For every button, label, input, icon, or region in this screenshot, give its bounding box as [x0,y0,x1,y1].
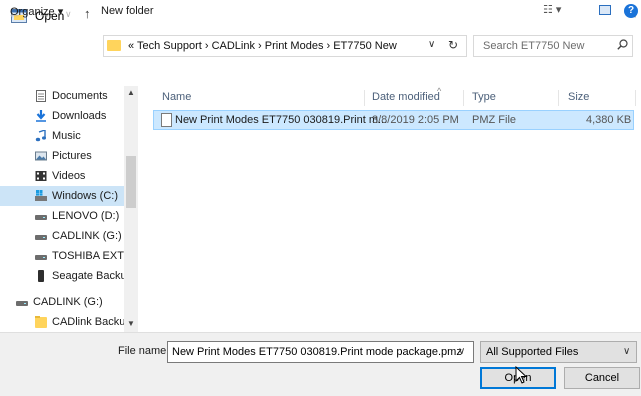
file-size: 4,380 KB [586,114,632,126]
column-header-date[interactable]: Date modified [372,91,440,103]
nav-item-label: Pictures [52,150,92,162]
nav-item-cadlink-g[interactable]: CADLINK (G:) [0,226,124,246]
file-name-value: New Print Modes ET7750 030819.Print mode… [172,346,462,358]
navigation-pane: Documents Downloads Music Pictures Video… [0,86,138,332]
drive-icon [35,235,47,240]
nav-scrollbar-thumb[interactable] [126,156,136,208]
nav-item-label: Seagate Backup [52,270,133,282]
nav-item-videos[interactable]: Videos [0,166,124,186]
file-name-label: File name: [118,345,170,357]
external-drive-icon [38,270,44,282]
help-icon[interactable]: ? [624,4,638,18]
music-icon [35,130,46,142]
documents-icon [36,90,46,102]
drive-icon [35,215,47,220]
nav-item-lenovo-d[interactable]: LENOVO (D:) [0,206,124,226]
nav-item-label: Downloads [52,110,107,122]
folder-icon [35,316,47,328]
column-header-size[interactable]: Size [568,91,589,103]
nav-item-label: Documents [52,90,108,102]
file-date: 3/8/2019 2:05 PM [372,114,459,126]
file-name: New Print Modes ET7750 030819.Print m... [175,114,388,126]
windows-drive-icon [35,190,47,201]
column-divider[interactable] [635,90,636,106]
mouse-cursor-icon [515,366,527,384]
new-folder-button[interactable]: New folder [101,5,154,17]
search-placeholder: Search ET7750 New [483,40,585,52]
nav-item-music[interactable]: Music [0,126,124,146]
nav-item-cadlink-g-network[interactable]: CADLINK (G:) [0,292,124,312]
change-view-button[interactable]: ☷ ▾ [543,3,561,16]
nav-item-downloads[interactable]: Downloads [0,106,124,126]
search-icon[interactable] [617,39,628,50]
organize-button[interactable]: Organize ▾ [10,5,63,18]
chevron-down-icon[interactable]: ∨ [428,39,435,50]
nav-item-label: Windows (C:) [52,190,119,202]
scroll-up-icon[interactable]: ▲ [127,88,135,97]
nav-item-label: CADLINK (G:) [52,230,122,242]
dialog-footer: File name: New Print Modes ET7750 030819… [0,332,641,396]
recent-locations-icon[interactable]: ∨ [65,9,72,20]
nav-item-pictures[interactable]: Pictures [0,146,124,166]
videos-icon [35,171,47,181]
command-bar [0,62,641,86]
file-type-select[interactable]: All Supported Files ∨ [480,341,637,363]
nav-item-toshiba-h[interactable]: TOSHIBA EXT (H [0,246,138,266]
column-divider[interactable] [463,90,464,106]
column-header-type[interactable]: Type [472,91,496,103]
drive-icon [16,301,28,306]
nav-item-label: CADLINK (G:) [33,296,103,308]
file-type-value: All Supported Files [486,346,579,358]
address-bar[interactable]: « Tech Support › CADLink › Print Modes ›… [103,35,467,57]
nav-item-label: LENOVO (D:) [52,210,120,222]
pictures-icon [35,151,47,161]
table-row[interactable]: New Print Modes ET7750 030819.Print m...… [153,110,634,130]
column-divider[interactable] [364,90,365,106]
nav-item-windows-c[interactable]: Windows (C:) [0,186,124,206]
drive-icon [35,255,47,260]
chevron-down-icon[interactable]: ∨ [623,346,630,357]
nav-item-label: Music [52,130,81,142]
nav-item-label: Videos [52,170,86,182]
chevron-down-icon[interactable]: ∨ [458,346,465,357]
folder-icon [107,40,121,51]
file-type: PMZ File [472,114,516,126]
nav-scrollbar[interactable] [124,86,138,332]
column-header-name[interactable]: Name [162,91,191,103]
refresh-icon[interactable]: ↻ [448,38,458,52]
nav-item-cadlink-backup[interactable]: CADlink Backup [0,312,131,332]
scroll-down-icon[interactable]: ▼ [127,319,135,328]
file-name-input[interactable]: New Print Modes ET7750 030819.Print mode… [167,341,474,363]
up-arrow-icon[interactable]: ↑ [84,6,91,21]
breadcrumb[interactable]: « Tech Support › CADLink › Print Modes ›… [128,40,397,52]
nav-item-documents[interactable]: Documents [0,86,124,106]
search-input[interactable]: Search ET7750 New [473,35,633,57]
file-icon [161,113,172,127]
cancel-button[interactable]: Cancel [564,367,640,389]
nav-item-seagate-backup[interactable]: Seagate Backup [0,266,133,286]
nav-item-label: CADlink Backup [52,316,132,328]
column-divider[interactable] [558,90,559,106]
downloads-icon [36,110,46,122]
preview-pane-icon[interactable] [599,5,611,15]
